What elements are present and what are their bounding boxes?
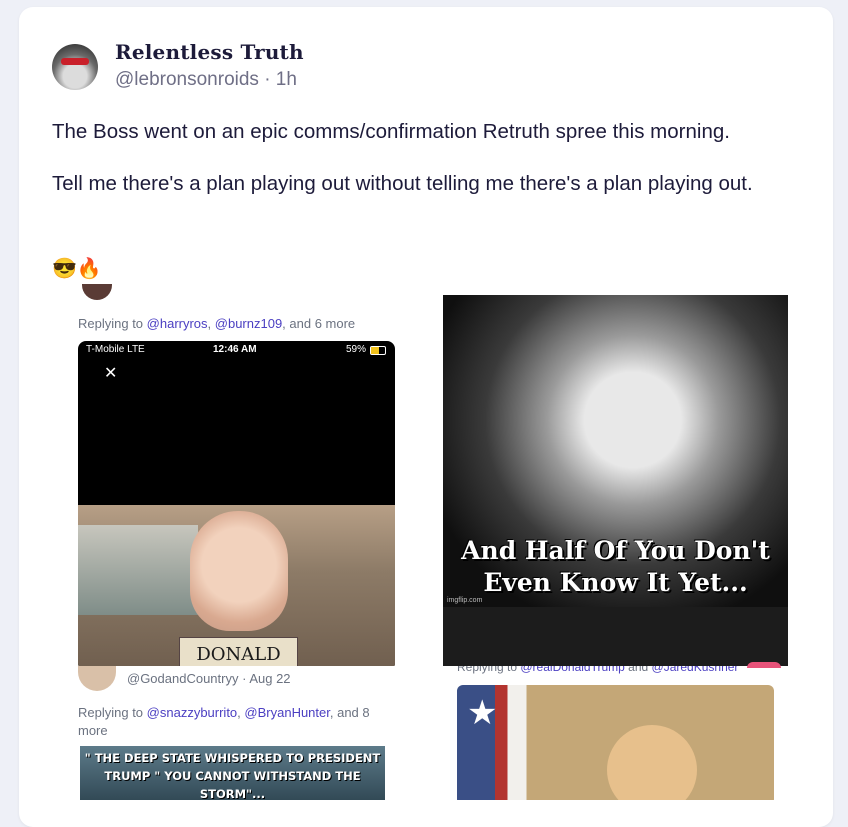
carrier-text: T-Mobile LTE <box>86 344 145 355</box>
mention-separator: and <box>624 666 652 674</box>
phone-screenshot: T-Mobile LTE 12:46 AM 59% ✕ DONALD TRUMP <box>78 341 395 666</box>
collage-panel-bottom-right[interactable]: Replying to @realDonaldTrump and @JaredK… <box>443 666 788 800</box>
corner-badge <box>747 662 781 668</box>
meme-image: " THE DEEP STATE WHISPERED TO PRESIDENT … <box>80 746 385 800</box>
reply-author-line: @GodandCountryy · Aug 22 <box>127 671 291 686</box>
reply-meta: Replying to @snazzyburrito, @BryanHunter… <box>78 704 378 740</box>
author-handle-line: @lebronsonroids · 1h <box>115 69 297 91</box>
replying-label: Replying to <box>457 666 521 674</box>
battery-icon <box>370 346 386 355</box>
phone-status-bar: T-Mobile LTE 12:46 AM 59% <box>78 341 395 359</box>
meme-caption-line: TRUMP " YOU CANNOT WITHSTAND THE STORM".… <box>104 769 361 800</box>
mention-link[interactable]: @JaredKushner <box>652 666 739 674</box>
close-icon[interactable]: ✕ <box>104 363 117 383</box>
author-name[interactable]: Relentless Truth <box>115 40 304 64</box>
meme-caption: " THE DEEP STATE WHISPERED TO PRESIDENT … <box>80 749 385 800</box>
battery-text: 59% <box>346 344 367 355</box>
post-emojis: 😎🔥 <box>52 258 102 280</box>
painting-background <box>78 525 198 615</box>
replying-label: Replying to <box>78 316 147 331</box>
collage-panel-top-right[interactable]: And Half Of You Don't Even Know It Yet..… <box>443 295 788 667</box>
media-collage[interactable]: Replying to @harryros, @burnz109, and 6 … <box>52 280 800 800</box>
post-paragraph-2: Tell me there's a plan playing out witho… <box>52 172 753 195</box>
collage-panel-bottom-left[interactable]: @GodandCountryy · Aug 22 Replying to @sn… <box>52 666 437 800</box>
meme-caption-line: And Half Of You Don't <box>461 536 770 565</box>
face <box>190 511 288 631</box>
replying-label: Replying to <box>78 705 147 720</box>
mention-link[interactable]: @BryanHunter <box>244 705 329 720</box>
flag-photo: ★ <box>457 685 774 800</box>
meme-caption: And Half Of You Don't Even Know It Yet..… <box>443 535 788 599</box>
name-sign: DONALD TRUMP <box>179 637 298 666</box>
watermark: imgflip.com <box>447 597 483 604</box>
post-paragraph-1: The Boss went on an epic comms/confirmat… <box>52 120 730 143</box>
reply-meta: Replying to @harryros, @burnz109, and 6 … <box>78 316 355 331</box>
mention-link[interactable]: @realDonaldTrump <box>520 666 624 674</box>
clock-text: 12:46 AM <box>213 344 257 355</box>
mention-link[interactable]: @harryros <box>147 316 208 331</box>
mention-separator: , <box>207 316 215 331</box>
collage-panel-top-left[interactable]: Replying to @harryros, @burnz109, and 6 … <box>52 280 437 666</box>
reply-time: · Aug 22 <box>242 671 291 686</box>
mention-link[interactable]: @burnz109 <box>215 316 282 331</box>
hair <box>607 725 697 800</box>
more-mentions: , and 6 more <box>282 316 356 331</box>
author-handle[interactable]: @lebronsonroids <box>115 69 259 90</box>
meme-caption-line: Even Know It Yet... <box>483 568 748 597</box>
reply-avatar-partial <box>78 666 116 691</box>
avatar-glasses-decoration <box>61 58 89 65</box>
post-time: · 1h <box>264 69 297 90</box>
meme-caption-line: " THE DEEP STATE WHISPERED TO PRESIDENT <box>84 751 381 765</box>
mention-link[interactable]: @snazzyburrito <box>147 705 238 720</box>
portrait-photo: DONALD TRUMP <box>78 505 395 666</box>
star-icon: ★ <box>467 694 498 732</box>
reply-meta: Replying to @realDonaldTrump and @JaredK… <box>457 666 738 674</box>
reply-avatar-partial <box>82 284 112 300</box>
reply-handle[interactable]: @GodandCountryy <box>127 671 238 686</box>
author-avatar[interactable] <box>52 44 98 90</box>
